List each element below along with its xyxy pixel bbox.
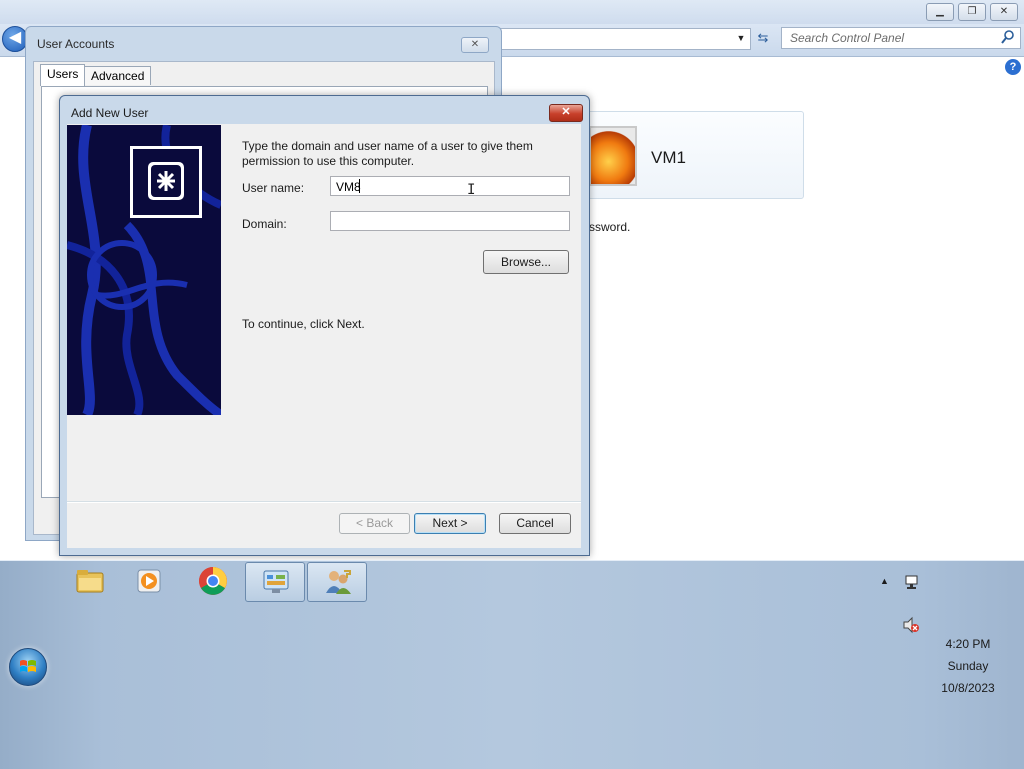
users-wizard-icon bbox=[130, 146, 202, 218]
dialog-title: Add New User bbox=[71, 106, 149, 120]
clock-day[interactable]: Sunday bbox=[928, 659, 1008, 673]
chrome-icon bbox=[199, 567, 227, 595]
user-picture bbox=[589, 126, 637, 186]
next-button[interactable]: Next > bbox=[414, 513, 486, 534]
minimize-button[interactable]: ▁ bbox=[926, 3, 954, 21]
users-icon bbox=[326, 570, 351, 594]
chevron-down-icon[interactable]: ▼ bbox=[733, 28, 749, 48]
clock-date[interactable]: 10/8/2023 bbox=[928, 681, 1008, 695]
dialog-close-button[interactable]: ✕ bbox=[549, 104, 583, 122]
user-tile[interactable]: VM1 bbox=[578, 111, 804, 199]
wizard-banner-image bbox=[67, 125, 221, 415]
taskbar-explorer-button[interactable] bbox=[60, 562, 118, 600]
taskbar-media-player-button[interactable] bbox=[120, 562, 178, 600]
volume-muted-icon[interactable] bbox=[902, 616, 920, 634]
taskbar: ▲ 4:20 PM Sunday 10/8/2023 bbox=[0, 560, 1024, 769]
close-window-button[interactable]: ✕ bbox=[990, 3, 1018, 21]
control-panel-icon bbox=[263, 570, 289, 593]
dialog-client-area: Type the domain and user name of a user … bbox=[67, 124, 581, 548]
user-accounts-title: User Accounts bbox=[37, 37, 115, 51]
dialog-titlebar[interactable]: Add New User ✕ bbox=[60, 96, 589, 124]
continue-text: To continue, click Next. bbox=[242, 317, 365, 331]
back-button[interactable]: < Back bbox=[339, 513, 410, 534]
dialog-instructions: Type the domain and user name of a user … bbox=[242, 139, 533, 168]
domain-field[interactable] bbox=[330, 211, 570, 231]
tab-users[interactable]: Users bbox=[40, 64, 86, 86]
taskbar-chrome-button[interactable] bbox=[183, 562, 241, 600]
restore-button[interactable]: ❐ bbox=[958, 3, 986, 21]
dialog-separator bbox=[67, 501, 581, 503]
user-tile-name: VM1 bbox=[651, 148, 686, 167]
refresh-icon[interactable]: ⇆ bbox=[753, 29, 773, 47]
windows-logo-icon bbox=[20, 660, 36, 672]
folder-icon bbox=[76, 570, 104, 593]
user-accounts-close-button[interactable]: ✕ bbox=[461, 37, 489, 53]
search-input[interactable]: Search Control Panel bbox=[781, 27, 1021, 49]
clock-time[interactable]: 4:20 PM bbox=[928, 637, 1008, 651]
show-hidden-icons-icon[interactable]: ▲ bbox=[880, 576, 889, 586]
search-placeholder: Search Control Panel bbox=[790, 31, 905, 45]
help-icon[interactable]: ? bbox=[1005, 59, 1021, 75]
add-new-user-dialog: Add New User ✕ Type the domain and user … bbox=[59, 95, 590, 556]
browse-button[interactable]: Browse... bbox=[483, 250, 569, 274]
username-field[interactable]: VM8 bbox=[330, 176, 570, 196]
password-text-fragment: ssword. bbox=[589, 220, 631, 234]
taskbar-control-panel-button[interactable] bbox=[245, 562, 305, 602]
username-value: VM8 bbox=[336, 180, 361, 194]
cancel-button[interactable]: Cancel bbox=[499, 513, 571, 534]
network-icon[interactable] bbox=[904, 574, 920, 590]
address-bar[interactable] bbox=[496, 28, 751, 50]
text-cursor bbox=[359, 179, 360, 193]
control-panel-titlebar bbox=[0, 0, 1024, 24]
ibeam-cursor-icon: I bbox=[467, 182, 476, 198]
tab-advanced[interactable]: Advanced bbox=[84, 66, 152, 85]
domain-label: Domain: bbox=[242, 217, 287, 231]
username-label: User name: bbox=[242, 181, 305, 195]
media-player-icon bbox=[137, 569, 161, 593]
search-icon[interactable] bbox=[1000, 29, 1016, 45]
taskbar-user-accounts-button[interactable] bbox=[307, 562, 367, 602]
start-button[interactable] bbox=[9, 648, 47, 686]
